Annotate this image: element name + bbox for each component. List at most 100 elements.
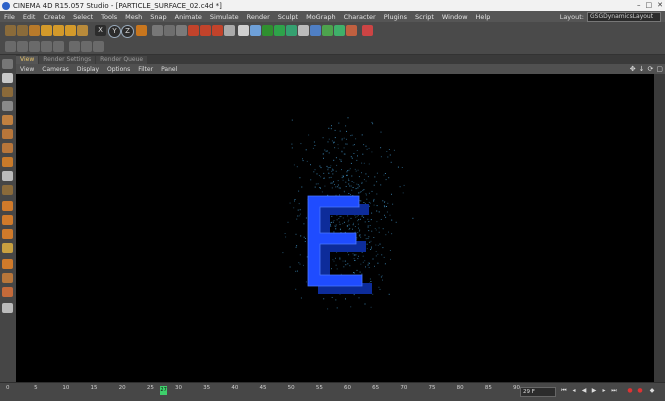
array-icon[interactable] (274, 25, 285, 36)
render-icon-b[interactable] (200, 25, 211, 36)
object-tool-icon[interactable] (2, 87, 13, 97)
render-view-icon[interactable] (152, 25, 163, 36)
recent-tools-icon[interactable] (77, 25, 88, 36)
tweak-mode-icon[interactable] (93, 41, 104, 52)
autokey-icon[interactable]: ● (636, 387, 644, 395)
polygons-tool-icon[interactable] (2, 157, 13, 167)
make-editable-icon[interactable] (2, 59, 13, 69)
render-icon-c[interactable] (212, 25, 223, 36)
menu-create[interactable]: Create (39, 13, 69, 21)
deformer-icon[interactable] (286, 25, 297, 36)
menu-mesh[interactable]: Mesh (121, 13, 146, 21)
pen-spline-icon[interactable] (250, 25, 261, 36)
viewport-menu-view[interactable]: View (16, 66, 38, 73)
menu-edit[interactable]: Edit (19, 13, 40, 21)
maximize-button[interactable]: □ (646, 1, 653, 9)
menu-window[interactable]: Window (438, 13, 472, 21)
menu-animate[interactable]: Animate (171, 13, 206, 21)
model-mode-icon[interactable] (5, 41, 16, 52)
render-picture-viewer-icon[interactable] (164, 25, 175, 36)
model-tool-icon[interactable] (2, 73, 13, 83)
nurbs-icon[interactable] (262, 25, 273, 36)
zoom-view-icon[interactable]: ↓ (639, 65, 645, 73)
menu-sculpt[interactable]: Sculpt (274, 13, 302, 21)
animation-mode-icon[interactable] (2, 101, 13, 111)
z-axis-lock-icon[interactable]: Z (121, 25, 134, 38)
tool-extra-icon-b[interactable] (2, 303, 13, 313)
edges-tool-icon[interactable] (2, 143, 13, 153)
scene-icon[interactable] (334, 25, 345, 36)
menu-script[interactable]: Script (411, 13, 438, 21)
perspective-viewport[interactable]: E (16, 74, 654, 382)
tab-render-queue[interactable]: Render Queue (96, 56, 148, 64)
viewport-menu-filter[interactable]: Filter (134, 66, 157, 73)
rotate-tool-icon[interactable] (65, 25, 76, 36)
tab-render-settings[interactable]: Render Settings (39, 56, 96, 64)
grid-icon[interactable] (346, 25, 357, 36)
axis-mode-icon[interactable] (81, 41, 92, 52)
point-mode-icon[interactable] (41, 41, 52, 52)
snap-icon[interactable] (69, 41, 80, 52)
viewport-menu-display[interactable]: Display (73, 66, 103, 73)
soft-selection-icon[interactable] (2, 201, 13, 211)
edge-mode-icon[interactable] (53, 41, 64, 52)
menu-simulate[interactable]: Simulate (206, 13, 243, 21)
menu-character[interactable]: Character (340, 13, 380, 21)
points-tool-icon[interactable] (2, 129, 13, 139)
environment-icon[interactable] (298, 25, 309, 36)
uv-tool-icon[interactable] (2, 171, 13, 181)
workplane-mode-icon[interactable] (29, 41, 40, 52)
y-axis-lock-icon[interactable]: Y (108, 25, 121, 38)
play-backward-icon[interactable]: ◀ (580, 387, 588, 395)
light-icon[interactable] (322, 25, 333, 36)
layout-select[interactable]: GSGDynamicsLayout (587, 11, 661, 22)
tool-extra-icon-a[interactable] (2, 287, 13, 297)
toggle-view-icon[interactable]: ▢ (656, 65, 663, 73)
quantize-icon[interactable] (2, 273, 13, 283)
menu-tools[interactable]: Tools (97, 13, 121, 21)
go-to-start-icon[interactable]: ⏮ (560, 387, 568, 395)
render-icon-d[interactable] (224, 25, 235, 36)
pan-view-icon[interactable]: ✥ (630, 65, 636, 73)
redo-icon[interactable] (17, 25, 28, 36)
texture-mode-icon[interactable] (17, 41, 28, 52)
menu-snap[interactable]: Snap (146, 13, 170, 21)
scale-tool-icon[interactable] (53, 25, 64, 36)
viewport-scrollbar[interactable] (654, 74, 665, 382)
rotate-view-icon[interactable]: ⟳ (648, 65, 654, 73)
camera-icon[interactable] (310, 25, 321, 36)
menu-render[interactable]: Render (243, 13, 274, 21)
cube-primitive-icon[interactable] (238, 25, 249, 36)
timeline-playhead[interactable]: 27 (160, 386, 168, 395)
close-button[interactable]: ✕ (657, 1, 663, 9)
checker-tool-icon[interactable] (2, 185, 13, 195)
python-icon[interactable] (362, 25, 373, 36)
coordinate-system-icon[interactable] (136, 25, 147, 36)
menu-mograph[interactable]: MoGraph (302, 13, 340, 21)
edit-render-settings-icon[interactable] (176, 25, 187, 36)
menu-plugins[interactable]: Plugins (380, 13, 411, 21)
viewport-menu-cameras[interactable]: Cameras (38, 66, 73, 73)
minimize-button[interactable]: – (637, 1, 641, 9)
menu-select[interactable]: Select (69, 13, 97, 21)
menu-help[interactable]: Help (472, 13, 495, 21)
play-forward-icon[interactable]: ▶ (590, 387, 598, 395)
workplane-icon[interactable] (2, 229, 13, 239)
move-tool-icon[interactable] (41, 25, 52, 36)
render-icon-a[interactable] (188, 25, 199, 36)
snapping-icon[interactable] (2, 259, 13, 269)
undo-icon[interactable] (5, 25, 16, 36)
record-icon[interactable]: ● (626, 387, 634, 395)
current-frame-field[interactable]: 29 F (520, 387, 556, 397)
viewport-menu-panel[interactable]: Panel (157, 66, 181, 73)
live-selection-icon[interactable] (29, 25, 40, 36)
x-axis-lock-icon[interactable]: X (95, 25, 106, 36)
menu-file[interactable]: File (0, 13, 19, 21)
tab-view[interactable]: View (16, 56, 39, 64)
previous-key-icon[interactable]: ◂ (570, 387, 578, 395)
go-to-end-icon[interactable]: ⏭ (610, 387, 618, 395)
viewport-menu-options[interactable]: Options (103, 66, 134, 73)
texture-tool-icon[interactable] (2, 115, 13, 125)
solo-icon[interactable] (2, 215, 13, 225)
keyframe-selection-icon[interactable]: ◆ (648, 387, 656, 395)
